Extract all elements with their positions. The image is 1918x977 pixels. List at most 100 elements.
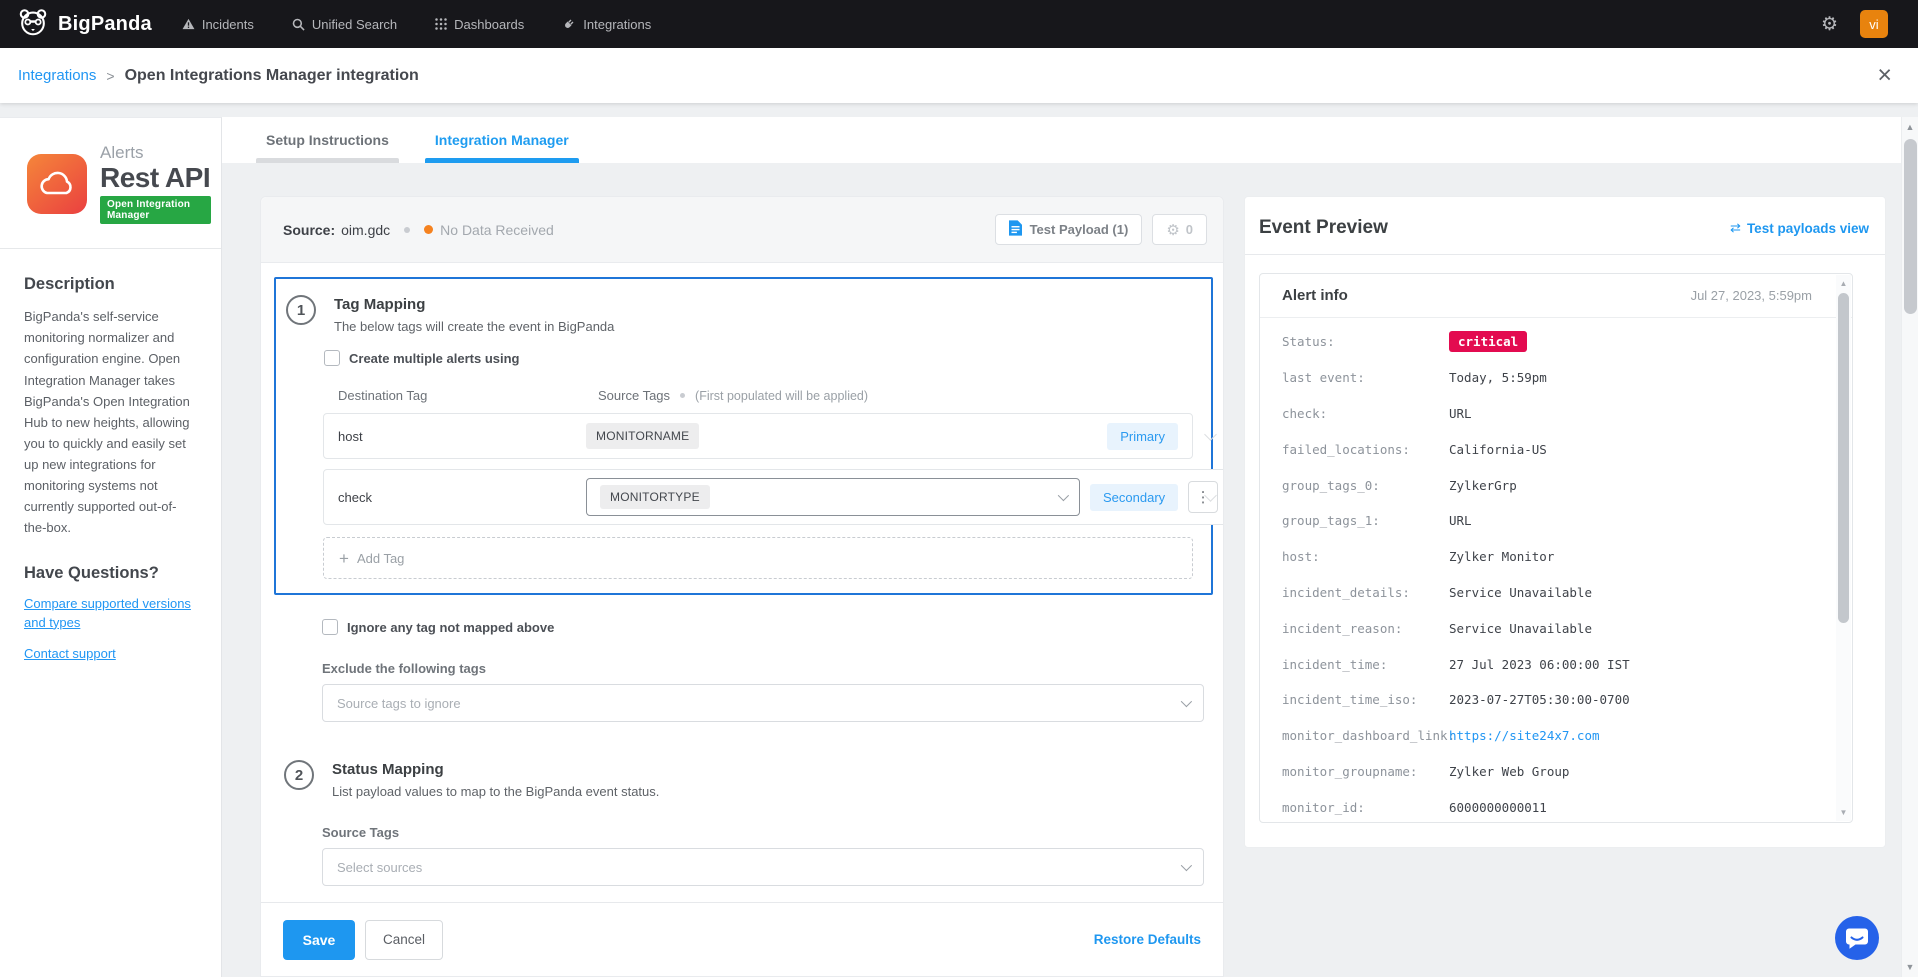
user-avatar[interactable]: vi	[1860, 10, 1888, 38]
exclude-tags-input[interactable]	[337, 696, 1181, 711]
exclude-tags-select[interactable]	[322, 684, 1204, 722]
tag-mapping-row-box: hostMONITORNAME Primary	[323, 413, 1193, 459]
tag-priority-badge[interactable]: Primary	[1107, 423, 1178, 450]
bigpanda-panda-logo-icon	[17, 6, 49, 43]
alert-info-row: Status:critical	[1282, 324, 1852, 360]
alert-info-value: Today, 5:59pm	[1449, 370, 1547, 385]
tab-integration-manager[interactable]: Integration Manager	[425, 117, 579, 163]
status-sources-select[interactable]	[322, 848, 1204, 886]
chevron-down-icon	[1181, 860, 1192, 871]
primary-nav: Incidents Unified Search Dashboards Integra…	[182, 17, 651, 32]
scroll-up-arrow[interactable]: ▲	[1836, 279, 1851, 288]
nav-item-label: Incidents	[202, 17, 254, 32]
brand-name: BigPanda	[58, 13, 152, 36]
nav-item-integrations[interactable]: Integrations	[562, 17, 651, 32]
source-tag-chip[interactable]: MONITORNAME	[586, 423, 699, 449]
source-tag-area: MONITORTYPE	[586, 478, 1080, 516]
add-tag-label: Add Tag	[357, 551, 404, 566]
settings-gear-icon[interactable]: ⚙	[1821, 15, 1838, 34]
tag-mapping-row: hostMONITORNAME Primary	[323, 413, 1193, 459]
chat-launcher-button[interactable]	[1835, 916, 1879, 960]
nav-item-incidents[interactable]: Incidents	[182, 17, 254, 32]
alert-info-title: Alert info	[1282, 287, 1348, 304]
description-text: BigPanda's self-service monitoring norma…	[24, 306, 197, 538]
logo-title: Rest API	[100, 163, 211, 192]
source-actions: Test Payload (1) ⚙ 0	[995, 214, 1207, 245]
test-payload-button[interactable]: Test Payload (1)	[995, 214, 1143, 245]
cancel-button[interactable]: Cancel	[365, 920, 443, 960]
alert-info-row: incident_time:27 Jul 2023 06:00:00 IST	[1282, 646, 1852, 682]
status-source-tags-label: Source Tags	[322, 825, 1223, 840]
close-icon[interactable]: ×	[1877, 63, 1892, 88]
source-tag-dropdown[interactable]: MONITORTYPE	[586, 478, 1080, 516]
source-tag-chip[interactable]: MONITORTYPE	[600, 485, 710, 509]
no-data-status-dot	[424, 225, 433, 234]
test-payloads-view-label: Test payloads view	[1747, 221, 1869, 236]
integration-logo-text: Alerts Rest API Open Integration Manager	[100, 143, 211, 224]
status-mapping-subtitle: List payload values to map to the BigPan…	[332, 784, 659, 799]
app-root: BigPanda Incidents Unified Search Dashboar…	[0, 0, 1918, 977]
sidebar-link-contact-support[interactable]: Contact support	[24, 645, 197, 664]
source-bar: Source: oim.gdc No Data Received	[261, 197, 1223, 263]
scroll-down-arrow[interactable]: ▼	[1836, 808, 1851, 817]
multiple-alerts-checkbox[interactable]	[324, 350, 340, 366]
ignore-tags-checkbox[interactable]	[322, 619, 338, 635]
tab-setup-instructions[interactable]: Setup Instructions	[256, 117, 399, 163]
event-preview-title: Event Preview	[1259, 217, 1388, 239]
swap-arrows-icon: ⇄	[1730, 220, 1741, 236]
exclude-tags-label: Exclude the following tags	[322, 661, 1223, 676]
nav-item-label: Unified Search	[312, 17, 397, 32]
status-sources-input[interactable]	[337, 860, 1181, 875]
tag-priority-badge[interactable]: Secondary	[1090, 484, 1178, 511]
brand[interactable]: BigPanda	[17, 6, 152, 43]
save-button[interactable]: Save	[283, 920, 355, 960]
alert-info-row: incident_details:Service Unavailable	[1282, 575, 1852, 611]
destination-tag-header: Destination Tag	[338, 388, 598, 403]
step-number: 2	[284, 760, 314, 790]
tag-mapping-section: 1 Tag Mapping The below tags will create…	[274, 277, 1213, 595]
alert-info-value: 6000000000011	[1449, 800, 1547, 815]
chevron-down-icon	[1058, 490, 1069, 501]
status-mapping-title: Status Mapping	[332, 761, 659, 778]
restore-defaults-link[interactable]: Restore Defaults	[1094, 932, 1201, 947]
alert-info-value: URL	[1449, 406, 1472, 421]
tag-mapping-title: Tag Mapping	[334, 296, 614, 313]
alert-timestamp: Jul 27, 2023, 5:59pm	[1691, 288, 1812, 303]
alert-info-row: incident_time_iso:2023-07-27T05:30:00-07…	[1282, 682, 1852, 718]
alert-info-value: 2023-07-27T05:30:00-0700	[1449, 692, 1630, 707]
test-payloads-view-link[interactable]: ⇄ Test payloads view	[1730, 220, 1869, 236]
sidebar: Alerts Rest API Open Integration Manager…	[0, 117, 222, 977]
sidebar-link-compare-supported-versio[interactable]: Compare supported versions and types	[24, 595, 197, 633]
nav-item-dashboards[interactable]: Dashboards	[435, 17, 524, 32]
source-tags-header: Source Tags	[598, 388, 670, 403]
logo-subtitle: Alerts	[100, 143, 211, 163]
alert-info-key: group_tags_1:	[1282, 513, 1449, 528]
alert-info-key: monitor_dashboard_link:	[1282, 728, 1449, 743]
divider	[1245, 254, 1885, 255]
integrations-plug-icon	[562, 17, 576, 31]
sidebar-body: Description BigPanda's self-service moni…	[0, 275, 221, 663]
alert-info-key: group_tags_0:	[1282, 478, 1449, 493]
scrollbar-thumb[interactable]	[1838, 293, 1849, 623]
monitor-dashboard-link[interactable]: https://site24x7.com	[1449, 728, 1600, 743]
search-icon	[292, 18, 305, 31]
payload-settings-button[interactable]: ⚙ 0	[1152, 214, 1207, 245]
add-tag-button[interactable]: + Add Tag	[323, 537, 1193, 579]
tab-label: Setup Instructions	[266, 132, 389, 148]
form-footer: Save Cancel Restore Defaults	[261, 902, 1223, 976]
scrollbar-thumb[interactable]	[1904, 139, 1917, 314]
integration-logo-card: Alerts Rest API Open Integration Manager	[0, 118, 221, 249]
separator-dot	[680, 393, 685, 398]
plus-icon: +	[339, 550, 349, 567]
breadcrumb-integrations-link[interactable]: Integrations	[18, 67, 96, 84]
alert-info-rows: Status:criticallast event:Today, 5:59pmc…	[1260, 318, 1852, 823]
tag-mapping-rows: hostMONITORNAMEPrimarycheckMONITORTYPESe…	[286, 413, 1197, 525]
nav-item-unified-search[interactable]: Unified Search	[292, 17, 397, 32]
sidebar-links: Compare supported versions and types Cont…	[24, 595, 197, 664]
tag-mapping-subtitle: The below tags will create the event in …	[334, 319, 614, 334]
page-title: Open Integrations Manager integration	[125, 67, 419, 85]
scroll-up-arrow[interactable]: ▲	[1902, 122, 1918, 132]
destination-tag-value: host	[338, 429, 586, 444]
scroll-down-arrow[interactable]: ▼	[1902, 962, 1918, 972]
main-region: Setup Instructions Integration Manager So…	[222, 103, 1901, 977]
